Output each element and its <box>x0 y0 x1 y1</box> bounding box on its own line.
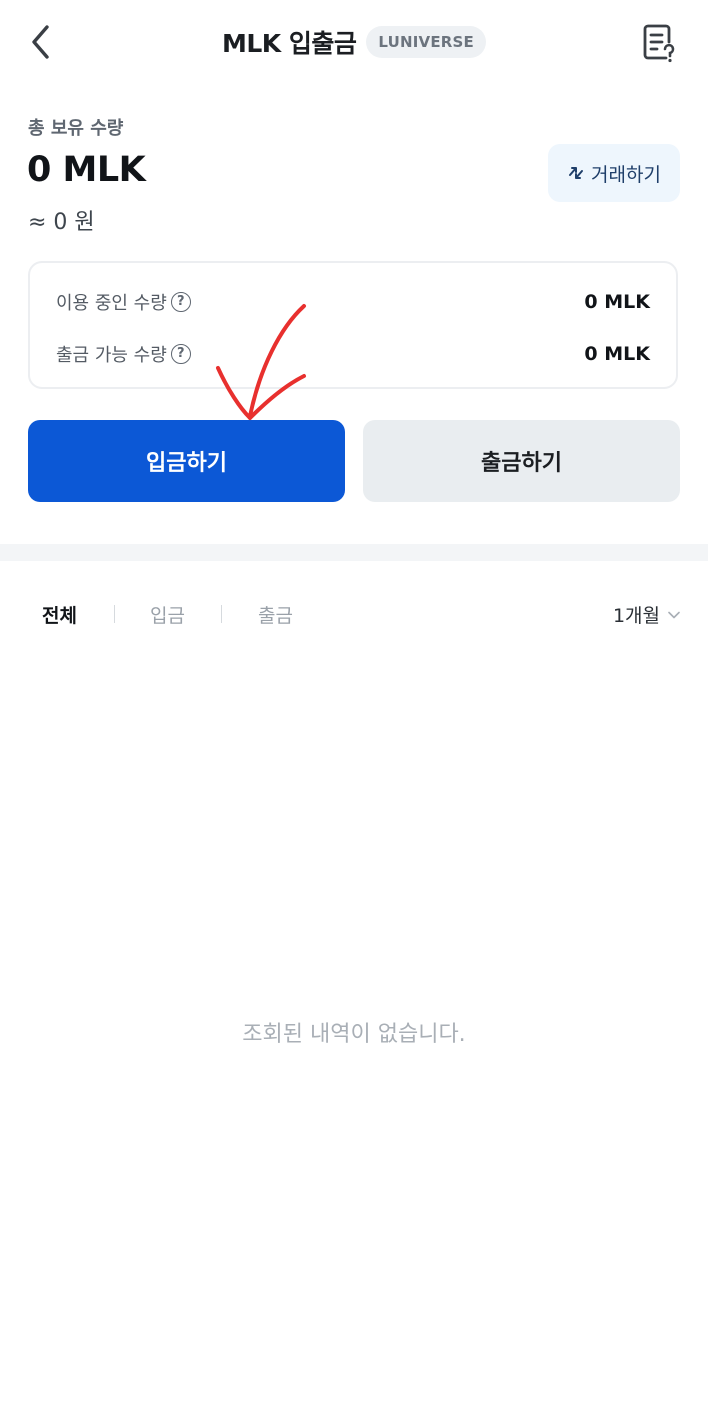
history-filter-bar: 전체 입금 출금 1개월 <box>0 595 708 635</box>
withdrawable-label-group: 출금 가능 수량 ? <box>56 341 191 367</box>
tab-divider <box>114 605 115 623</box>
period-select[interactable]: 1개월 <box>613 601 680 628</box>
empty-history-message: 조회된 내역이 없습니다. <box>242 1022 466 1047</box>
withdrawable-label: 출금 가능 수량 <box>56 345 167 366</box>
period-value: 1개월 <box>612 605 660 627</box>
in-use-value: 0 MLK <box>584 291 650 313</box>
in-use-amount-row: 이용 중인 수량 ? 0 MLK <box>56 287 650 317</box>
in-use-label: 이용 중인 수량 <box>56 293 167 314</box>
help-icon[interactable]: ? <box>170 344 191 364</box>
withdrawable-amount-row: 출금 가능 수량 ? 0 MLK <box>56 339 650 369</box>
help-icon[interactable]: ? <box>170 292 191 312</box>
document-question-icon <box>643 24 675 63</box>
history-button[interactable] <box>640 22 680 64</box>
tab-all[interactable]: 전체 <box>42 601 77 628</box>
network-badge: LUNIVERSE <box>366 26 486 58</box>
top-app-bar: MLK 입출금 LUNIVERSE <box>0 0 708 86</box>
in-use-label-group: 이용 중인 수량 ? <box>56 289 191 315</box>
section-divider <box>0 544 708 561</box>
chevron-down-icon <box>668 611 680 618</box>
header-title-group: MLK 입출금 LUNIVERSE <box>0 24 708 60</box>
total-holdings-label: 총 보유 수량 <box>28 118 124 139</box>
holdings-detail-card: 이용 중인 수량 ? 0 MLK 출금 가능 수량 ? 0 MLK <box>28 261 678 389</box>
krw-equivalent: ≈ 0 원 <box>28 210 95 235</box>
withdrawable-value: 0 MLK <box>584 343 650 365</box>
deposit-button[interactable]: 입금하기 <box>28 420 345 502</box>
tab-withdraw[interactable]: 출금 <box>258 601 293 628</box>
page-title: MLK 입출금 <box>222 29 357 58</box>
trade-button-label: 거래하기 <box>591 163 661 186</box>
trade-button[interactable]: 거래하기 <box>548 144 680 202</box>
tab-deposit[interactable]: 입금 <box>150 601 185 628</box>
withdraw-button[interactable]: 출금하기 <box>363 420 680 502</box>
tab-divider <box>221 605 222 623</box>
total-holdings-amount: 0 MLK <box>27 150 146 190</box>
swap-arrows-icon <box>569 167 584 179</box>
